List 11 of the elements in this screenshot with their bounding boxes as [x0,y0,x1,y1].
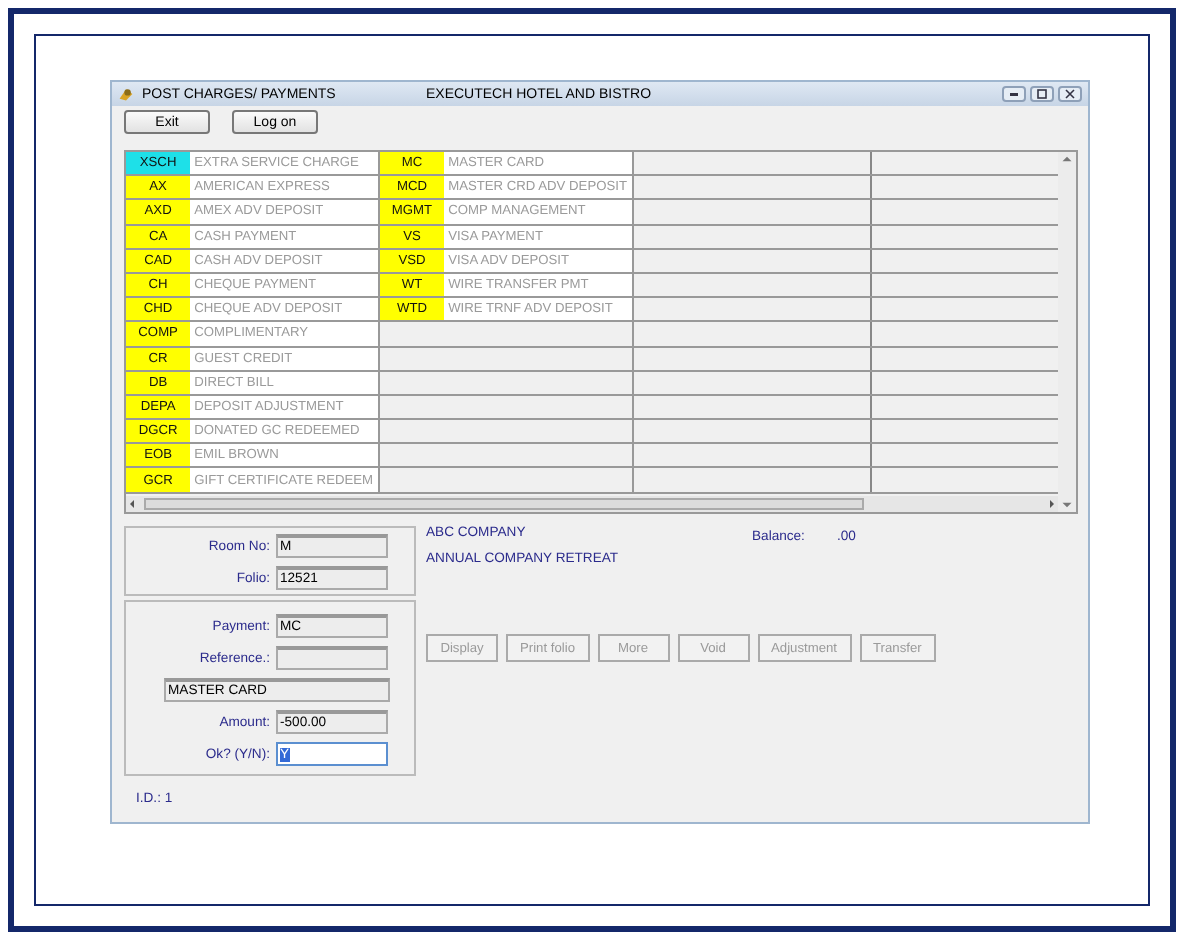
reference-field[interactable] [276,646,388,670]
app-icon [118,86,134,102]
minimize-button[interactable] [1002,86,1026,102]
scroll-left-icon[interactable] [126,496,138,512]
minimize-icon [1004,88,1024,100]
maximize-button[interactable] [1030,86,1054,102]
scroll-down-icon[interactable] [1058,498,1076,512]
scroll-up-icon[interactable] [1058,152,1076,166]
close-button[interactable] [1058,86,1082,102]
vertical-scrollbar[interactable] [1058,152,1076,512]
horizontal-scrollbar[interactable] [126,496,1058,512]
